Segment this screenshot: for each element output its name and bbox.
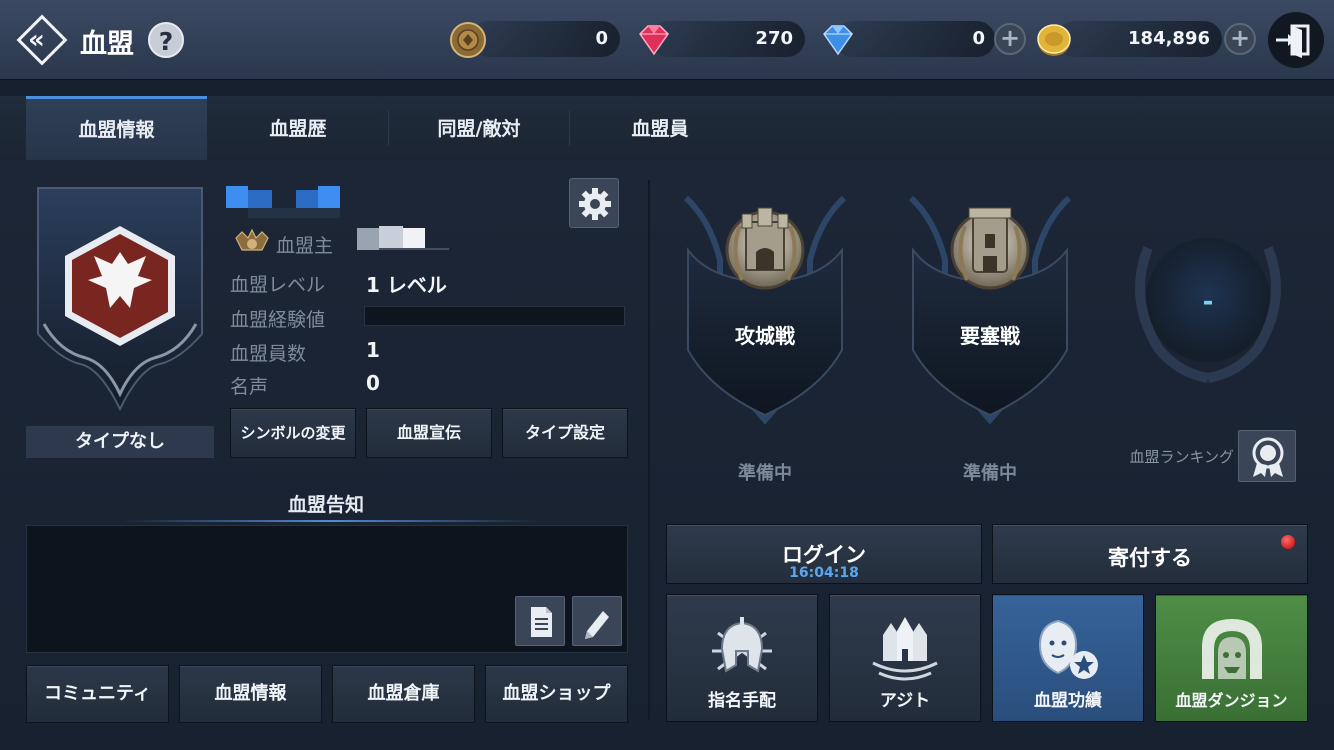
tile-hideout-label: アジト (879, 691, 931, 711)
currency-red-gem: 270 (650, 21, 805, 57)
clan-name-pixel (318, 186, 340, 210)
chevron-left-icon: « (28, 25, 45, 55)
tile-hideout[interactable]: アジト (829, 594, 981, 722)
notice-divider (120, 520, 540, 522)
panel-divider (648, 180, 650, 720)
tab-clan-members[interactable]: 血盟員 (570, 96, 750, 160)
clan-members-value: 1 (366, 338, 380, 362)
tile-achievements[interactable]: 血盟功績 (992, 594, 1144, 722)
currency-blue-gem: 0 (835, 21, 995, 57)
tile-clan-dungeon-label: 血盟ダンジョン (1175, 691, 1288, 710)
tile-achievements-label: 血盟功績 (1034, 691, 1102, 711)
exit-button[interactable] (1268, 12, 1324, 68)
currency-blue-gem-value: 0 (972, 28, 985, 49)
spartan-helmet-icon (712, 617, 772, 673)
leader-name-pixel (379, 226, 403, 250)
tile-wanted-label: 指名手配 (708, 691, 776, 711)
currency-medal: 0 (470, 21, 620, 57)
type-setting-button[interactable]: タイプ設定 (502, 408, 628, 458)
notice-view-button[interactable] (515, 596, 565, 646)
leader-name-pixel (357, 228, 379, 250)
clan-info-button[interactable]: 血盟情報 (179, 665, 322, 723)
currency-medal-value: 0 (595, 28, 608, 49)
change-symbol-button[interactable]: シンボルの変更 (230, 408, 356, 458)
clan-warehouse-button[interactable]: 血盟倉庫 (332, 665, 475, 723)
clan-name-pixel (248, 190, 272, 208)
document-icon (531, 607, 552, 637)
siege-war-shield[interactable] (680, 190, 850, 430)
clan-name-pixel (248, 208, 340, 218)
gear-icon (579, 188, 611, 220)
castle-icon (872, 617, 938, 681)
gold-coin-icon (1037, 24, 1071, 56)
ranking-value: - (1203, 287, 1214, 317)
leader-name-pixel (403, 228, 425, 248)
help-button[interactable]: ? (148, 22, 184, 58)
clan-level-value: 1 レベル (366, 273, 447, 297)
clan-exp-label: 血盟経験値 (230, 309, 326, 331)
add-gold-button[interactable]: + (1224, 23, 1256, 55)
clan-notice-title: 血盟告知 (287, 494, 364, 516)
blue-gem-icon (823, 25, 853, 56)
currency-gold: 184,896 (1056, 21, 1222, 57)
clan-shop-button[interactable]: 血盟ショップ (485, 665, 628, 723)
fortress-war-shield[interactable] (905, 190, 1075, 430)
tab-clan-history[interactable]: 血盟歴 (208, 96, 388, 160)
tile-clan-dungeon[interactable]: 血盟ダンジョン (1155, 594, 1308, 722)
clan-name-pixel (296, 190, 318, 208)
dungeon-gate-icon (1201, 619, 1262, 679)
clan-name-pixel (226, 186, 248, 208)
clan-exp-bar (364, 306, 625, 326)
clan-promotion-button[interactable]: 血盟宣伝 (366, 408, 492, 458)
community-button[interactable]: コミュニティ (26, 665, 169, 723)
tile-wanted[interactable]: 指名手配 (666, 594, 818, 722)
tab-alliance-hostile[interactable]: 同盟/敵対 (389, 96, 569, 160)
notification-dot (1281, 535, 1295, 549)
siege-war-status: 準備中 (738, 463, 792, 484)
pencil-icon (585, 611, 609, 639)
donate-label: 寄付する (1108, 546, 1192, 570)
clan-type-label: タイプなし (26, 426, 214, 458)
clan-members-label: 血盟員数 (230, 343, 307, 365)
clan-ranking-label: 血盟ランキング (1129, 448, 1234, 466)
add-blue-gem-button[interactable]: + (994, 23, 1026, 55)
medal-coin-icon (450, 22, 486, 58)
clan-settings-button[interactable] (569, 178, 619, 228)
clan-fame-value: 0 (366, 371, 380, 395)
currency-red-gem-value: 270 (755, 28, 793, 49)
donate-button[interactable]: 寄付する (992, 524, 1308, 584)
clan-ranking-button[interactable] (1238, 430, 1296, 482)
exit-door-icon (1276, 24, 1310, 58)
red-gem-icon (639, 25, 669, 56)
login-timer: 16:04:18 (789, 565, 859, 581)
back-button[interactable]: « (16, 14, 68, 66)
notice-edit-button[interactable] (572, 596, 622, 646)
screen-title: 血盟 (80, 29, 134, 60)
fortress-war-status: 準備中 (963, 463, 1017, 484)
ribbon-badge-icon (1252, 437, 1284, 477)
tab-clan-info[interactable]: 血盟情報 (26, 96, 207, 160)
siege-war-label: 攻城戦 (735, 324, 795, 348)
currency-gold-value: 184,896 (1128, 28, 1210, 49)
crown-medal-icon (235, 228, 269, 251)
clan-emblem (37, 187, 203, 412)
leader-name-pixel (379, 248, 449, 250)
clan-fame-label: 名声 (230, 376, 269, 398)
ranking-laurel: - (1135, 238, 1281, 383)
clan-level-label: 血盟レベル (230, 274, 326, 296)
clan-leader-label: 血盟主 (276, 235, 334, 257)
lion-badge-icon (1038, 619, 1098, 679)
login-reward-button[interactable]: ログイン 16:04:18 (666, 524, 982, 584)
fortress-war-label: 要塞戦 (960, 324, 1020, 348)
